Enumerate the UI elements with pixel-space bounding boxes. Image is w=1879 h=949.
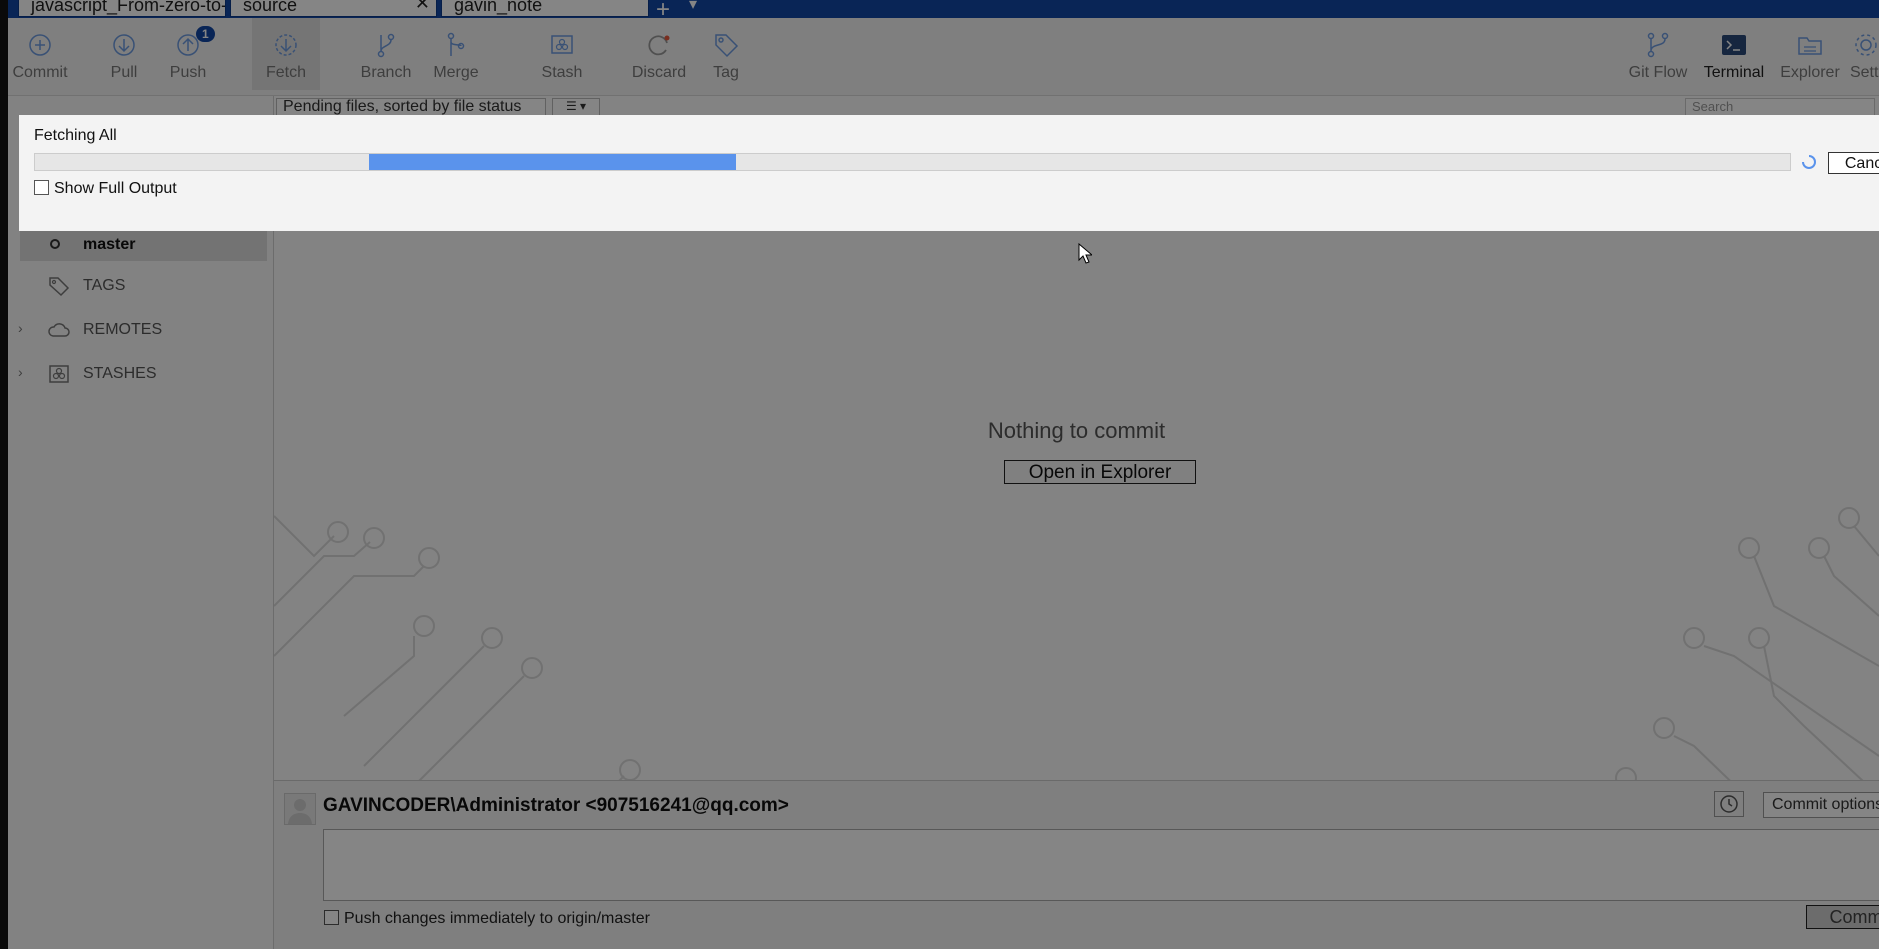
show-full-output-label: Show Full Output <box>54 180 177 197</box>
checkbox-box[interactable] <box>34 180 49 195</box>
fetch-progress-dialog: Fetching All Cance Show Full Output <box>19 115 1879 231</box>
progress-bar <box>34 153 1791 171</box>
progress-bar-fill <box>369 154 736 170</box>
show-full-output-checkbox[interactable]: Show Full Output <box>34 180 177 198</box>
mouse-cursor-icon <box>1078 243 1092 264</box>
cancel-button[interactable]: Cance <box>1828 152 1879 174</box>
spinner-icon <box>1802 155 1816 169</box>
dialog-title: Fetching All <box>34 127 117 144</box>
